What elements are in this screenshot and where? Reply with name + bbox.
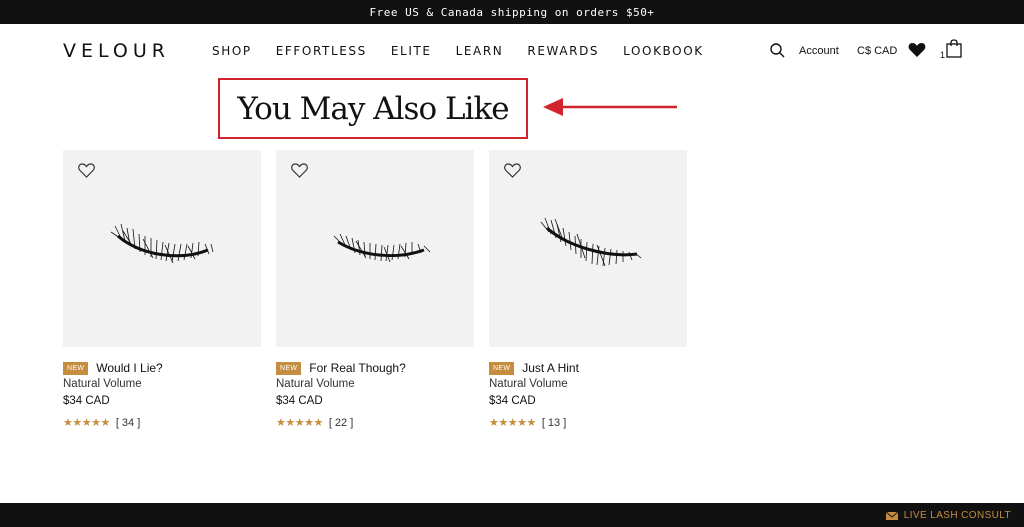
lash-image: [540, 217, 642, 267]
review-count: [ 22 ]: [328, 416, 354, 429]
nav-learn[interactable]: LEARN: [456, 44, 504, 58]
promo-bar: Free US & Canada shipping on orders $50+: [0, 0, 1024, 24]
nav-lookbook[interactable]: LOOKBOOK: [623, 44, 704, 58]
product-name-row[interactable]: NEW Just A Hint: [489, 361, 579, 375]
new-badge: NEW: [276, 361, 302, 375]
product-price: $34 CAD: [489, 395, 536, 407]
arrow-icon: [543, 98, 677, 116]
site-header: VELOUR SHOP EFFORTLESS ELITE LEARN REWAR…: [0, 24, 1024, 80]
bag-icon[interactable]: [946, 39, 962, 58]
product-card[interactable]: NEW Would I Lie? Natural Volume $34 CAD …: [63, 150, 261, 429]
product-name[interactable]: For Real Though?: [309, 361, 406, 375]
search-icon[interactable]: [770, 43, 785, 58]
review-count: [ 13 ]: [541, 416, 567, 429]
review-count: [ 34 ]: [115, 416, 141, 429]
product-card[interactable]: NEW For Real Though? Natural Volume $34 …: [276, 150, 474, 429]
footer-bar: [0, 503, 1024, 527]
live-consult-label[interactable]: LIVE LASH CONSULT: [904, 510, 1011, 521]
nav-effortless[interactable]: EFFORTLESS: [276, 44, 367, 58]
logo[interactable]: VELOUR: [63, 40, 170, 62]
heart-icon[interactable]: [908, 42, 926, 58]
main-nav: SHOP EFFORTLESS ELITE LEARN REWARDS LOOK…: [212, 44, 728, 58]
wishlist-heart-icon[interactable]: [291, 163, 308, 178]
product-type: Natural Volume: [63, 378, 142, 390]
product-name-row[interactable]: NEW Would I Lie?: [63, 361, 163, 375]
wishlist-heart-icon[interactable]: [504, 163, 521, 178]
live-consult-button[interactable]: LIVE LASH CONSULT: [885, 510, 1011, 521]
product-rating[interactable]: ★★★★★ [ 22 ]: [276, 416, 354, 430]
product-type: Natural Volume: [489, 378, 568, 390]
product-rating[interactable]: ★★★★★ [ 13 ]: [489, 416, 567, 430]
currency-selector[interactable]: C$ CAD: [857, 45, 897, 57]
product-image[interactable]: [63, 150, 261, 347]
lash-image: [110, 223, 214, 264]
product-card[interactable]: NEW Just A Hint Natural Volume $34 CAD ★…: [489, 150, 687, 429]
product-image[interactable]: [489, 150, 687, 347]
nav-shop[interactable]: SHOP: [212, 44, 252, 58]
star-rating: ★★★★★: [63, 417, 110, 429]
new-badge: NEW: [489, 361, 515, 375]
nav-elite[interactable]: ELITE: [391, 44, 432, 58]
product-price: $34 CAD: [63, 395, 110, 407]
product-type: Natural Volume: [276, 378, 355, 390]
wishlist-heart-icon[interactable]: [78, 163, 95, 178]
star-rating: ★★★★★: [489, 417, 536, 429]
nav-rewards[interactable]: REWARDS: [527, 44, 599, 58]
new-badge: NEW: [63, 361, 89, 375]
product-name-row[interactable]: NEW For Real Though?: [276, 361, 406, 375]
product-price: $34 CAD: [276, 395, 323, 407]
cart-count: 1: [940, 50, 946, 60]
promo-text: Free US & Canada shipping on orders $50+: [369, 5, 655, 19]
section-title-box: You May Also Like: [218, 78, 528, 139]
section-title: You May Also Like: [237, 90, 509, 127]
star-rating: ★★★★★: [276, 417, 323, 429]
lash-image: [333, 233, 431, 263]
account-link[interactable]: Account: [799, 45, 839, 57]
product-rating[interactable]: ★★★★★ [ 34 ]: [63, 416, 141, 430]
product-image[interactable]: [276, 150, 474, 347]
product-name[interactable]: Just A Hint: [522, 361, 579, 375]
chat-icon: [885, 511, 898, 520]
product-name[interactable]: Would I Lie?: [96, 361, 163, 375]
